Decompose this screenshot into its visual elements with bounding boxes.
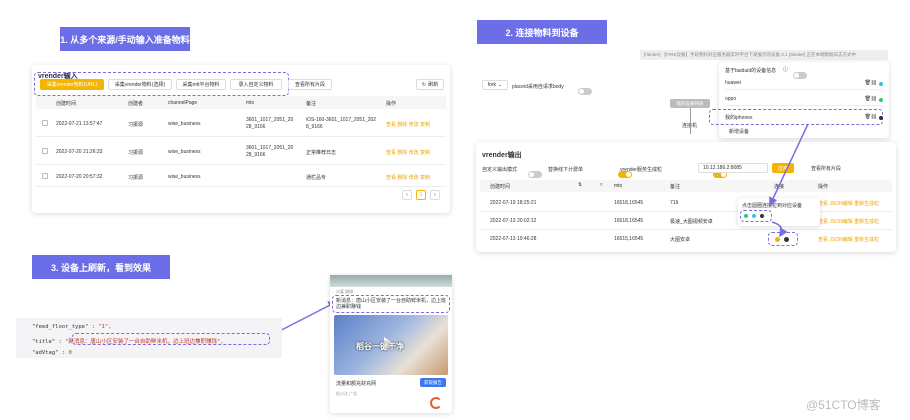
code-block: "feed_floor_type" : "1", "title" : "新消息：… (16, 318, 282, 358)
ad-button[interactable]: 获取报告 (420, 378, 446, 387)
code-key: "feed_floor_type" (32, 324, 89, 330)
code-sep: : (58, 350, 69, 356)
step3-banner: 3. 设备上刷新，看到效果 (32, 255, 170, 279)
code-val: "1", (98, 324, 112, 330)
title-highlight (72, 333, 270, 345)
arrow-tooltip-to-row (771, 221, 788, 238)
code-val: 0 (68, 350, 72, 356)
phone-video: 稻谷一键干净 (334, 315, 448, 375)
code-sep: : (88, 324, 99, 330)
video-caption: 稻谷一键干净 (356, 342, 404, 351)
ad-sub: 粒小达 广告 (336, 391, 358, 396)
code-line: "adVtag" : 0 (32, 350, 72, 356)
watermark: @51CTO博客 (806, 398, 881, 412)
ad-text: 流量和额充财充网 (336, 381, 377, 387)
phone-top-image (330, 275, 452, 287)
code-line: "feed_floor_type" : "1", (32, 324, 111, 330)
arrow-device-to-output (769, 123, 809, 207)
code-sep: : (55, 339, 66, 345)
code-key: "adVtag" (32, 350, 59, 356)
refresh-fab-icon[interactable] (430, 397, 442, 409)
code-key: "title" (32, 339, 56, 345)
phone-preview: 沙某 刚刚 新消息：唐山小区安装了一台自助鲜米机，边上班边兼职赚钱 稻谷一键干净… (330, 275, 452, 413)
phone-title: 新消息：唐山小区安装了一台自助鲜米机，边上班边兼职赚钱 (336, 298, 447, 310)
